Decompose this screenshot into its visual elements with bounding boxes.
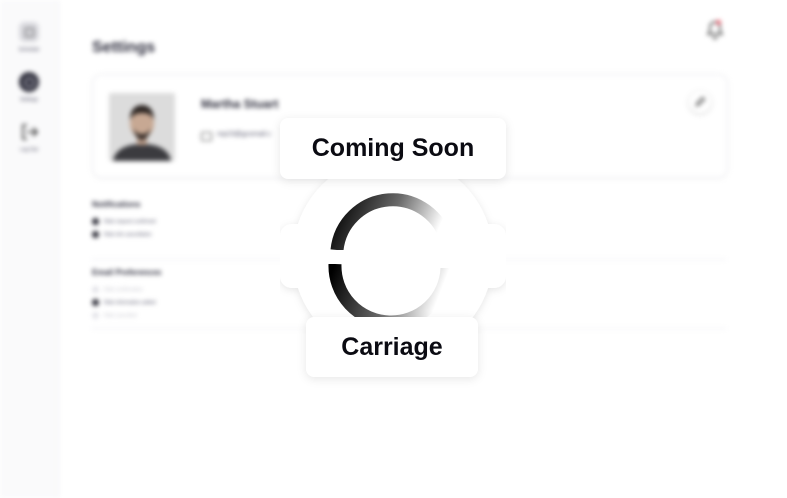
edit-profile-button[interactable] [689, 91, 711, 113]
sidebar-item-logout[interactable]: Log Out [0, 122, 58, 153]
toggle-dot[interactable] [92, 312, 99, 319]
carriage-label: Carriage [306, 317, 478, 377]
option-label: Ride confirmation [104, 286, 143, 293]
coming-soon-title: Coming Soon [280, 118, 506, 179]
email-option[interactable]: Ride information added [92, 299, 156, 306]
pencil-icon [695, 97, 705, 107]
toggle-dot[interactable] [92, 231, 99, 238]
sidebar-item-label: Settings [19, 97, 39, 103]
option-label: Ride information added [104, 299, 156, 306]
loading-spinner-icon [280, 160, 506, 330]
notification-option[interactable]: Ride request confirmed [92, 218, 156, 225]
sidebar-item-label: Schedule [18, 47, 40, 53]
notification-option[interactable]: Ride info cancellation [92, 231, 152, 238]
sidebar-item-schedule[interactable]: Schedule [0, 22, 58, 53]
email-option[interactable]: Ride cancelled [92, 312, 137, 319]
sidebar-item-label: Log Out [20, 147, 38, 153]
option-label: Ride info cancellation [104, 231, 152, 238]
avatar [109, 93, 175, 161]
bell-icon[interactable] [706, 20, 724, 40]
page-title: Settings [92, 39, 156, 56]
sidebar-item-settings[interactable]: Settings [0, 72, 58, 103]
email-preferences-title: Email Preferences [92, 268, 162, 277]
toggle-dot[interactable] [92, 218, 99, 225]
option-label: Ride request confirmed [104, 218, 156, 225]
sidebar: Schedule Settings Log Out [0, 0, 59, 498]
logout-icon [19, 122, 39, 142]
option-label: Ride cancelled [104, 312, 137, 319]
notification-dot [716, 20, 721, 25]
gear-icon [19, 72, 39, 92]
toggle-dot[interactable] [92, 286, 99, 293]
email-option[interactable]: Ride confirmation [92, 286, 143, 293]
profile-name: Martha Stuart [201, 97, 279, 111]
notifications-title: Notifications [92, 200, 141, 209]
profile-email: mp23@gcomail.c [217, 131, 272, 138]
overlay-spinner-panel [280, 160, 506, 330]
calendar-icon [19, 22, 39, 42]
mail-icon [201, 132, 212, 141]
toggle-dot[interactable] [92, 299, 99, 306]
